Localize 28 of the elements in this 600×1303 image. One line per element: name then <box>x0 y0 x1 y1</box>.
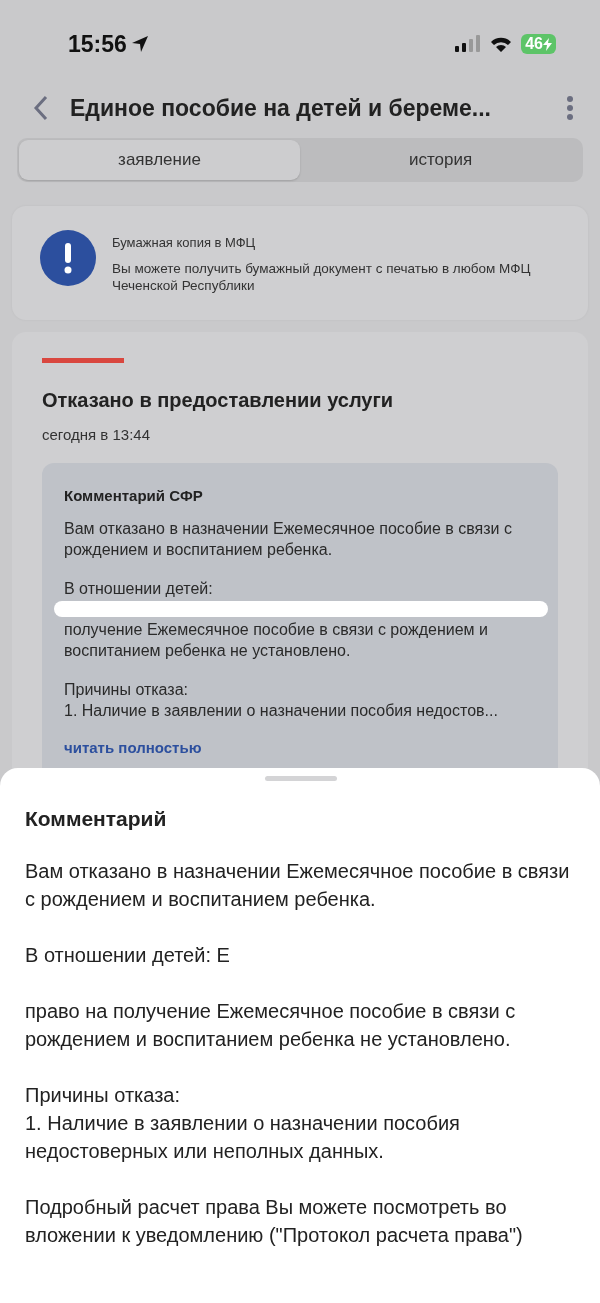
location-arrow-icon <box>130 35 149 53</box>
comment-title: Комментарий СФР <box>64 487 204 504</box>
sheet-handle[interactable] <box>264 776 337 781</box>
wifi-icon <box>489 35 514 53</box>
tab[interactable]: история <box>300 140 581 180</box>
exclamation-icon <box>40 230 96 286</box>
battery-icon: 46 <box>521 34 556 54</box>
clock: 15:56 <box>68 30 127 58</box>
comment-text: Причины отказа: 1. Наличие в заявлении о назначении пособия недостоверных или неполных данных. <box>25 1083 461 1164</box>
back-icon[interactable] <box>32 95 50 121</box>
comment-text: Вам отказано в назначении Ежемесячное пособие в связи с рождением и воспитанием ребенка. <box>64 519 513 560</box>
signal-icon <box>455 35 482 53</box>
screen-title: Единое пособие на детей и береме... <box>70 94 492 122</box>
status-title: Отказано в предоставлении услуги <box>42 389 395 412</box>
comment-text: получение Ежемесячное пособие в связи с рождением и воспитанием ребенка не установлено. <box>64 620 489 661</box>
sheet-title: Комментарий <box>25 807 168 831</box>
comment-text: В отношении детей: <box>64 579 214 599</box>
more-icon[interactable] <box>566 95 574 121</box>
comment-text: В отношении детей: Е <box>25 943 231 968</box>
info-title: Бумажная копия в МФЦ <box>112 235 257 250</box>
tab[interactable]: заявление <box>19 140 300 180</box>
status-time: сегодня в 13:44 <box>42 426 151 443</box>
comment-text: право на получение Ежемесячное пособие в связи с рождением и воспитанием ребенка не установлено. <box>25 999 517 1052</box>
read-more-link[interactable]: читать полностью <box>64 739 202 756</box>
info-text: Вы можете получить бумажный документ с печатью в любом МФЦ Чеченской Республики <box>112 260 532 294</box>
comment-text: Причины отказа: 1. Наличие в заявлении о назначении пособия недостов... <box>64 680 499 721</box>
comment-text: Подробный расчет права Вы можете посмотреть во вложении к уведомлению ("Протокол расчета права") <box>25 1195 524 1248</box>
comment-text: Вам отказано в назначении Ежемесячное пособие в связи с рождением и воспитанием ребенка. <box>25 859 571 912</box>
